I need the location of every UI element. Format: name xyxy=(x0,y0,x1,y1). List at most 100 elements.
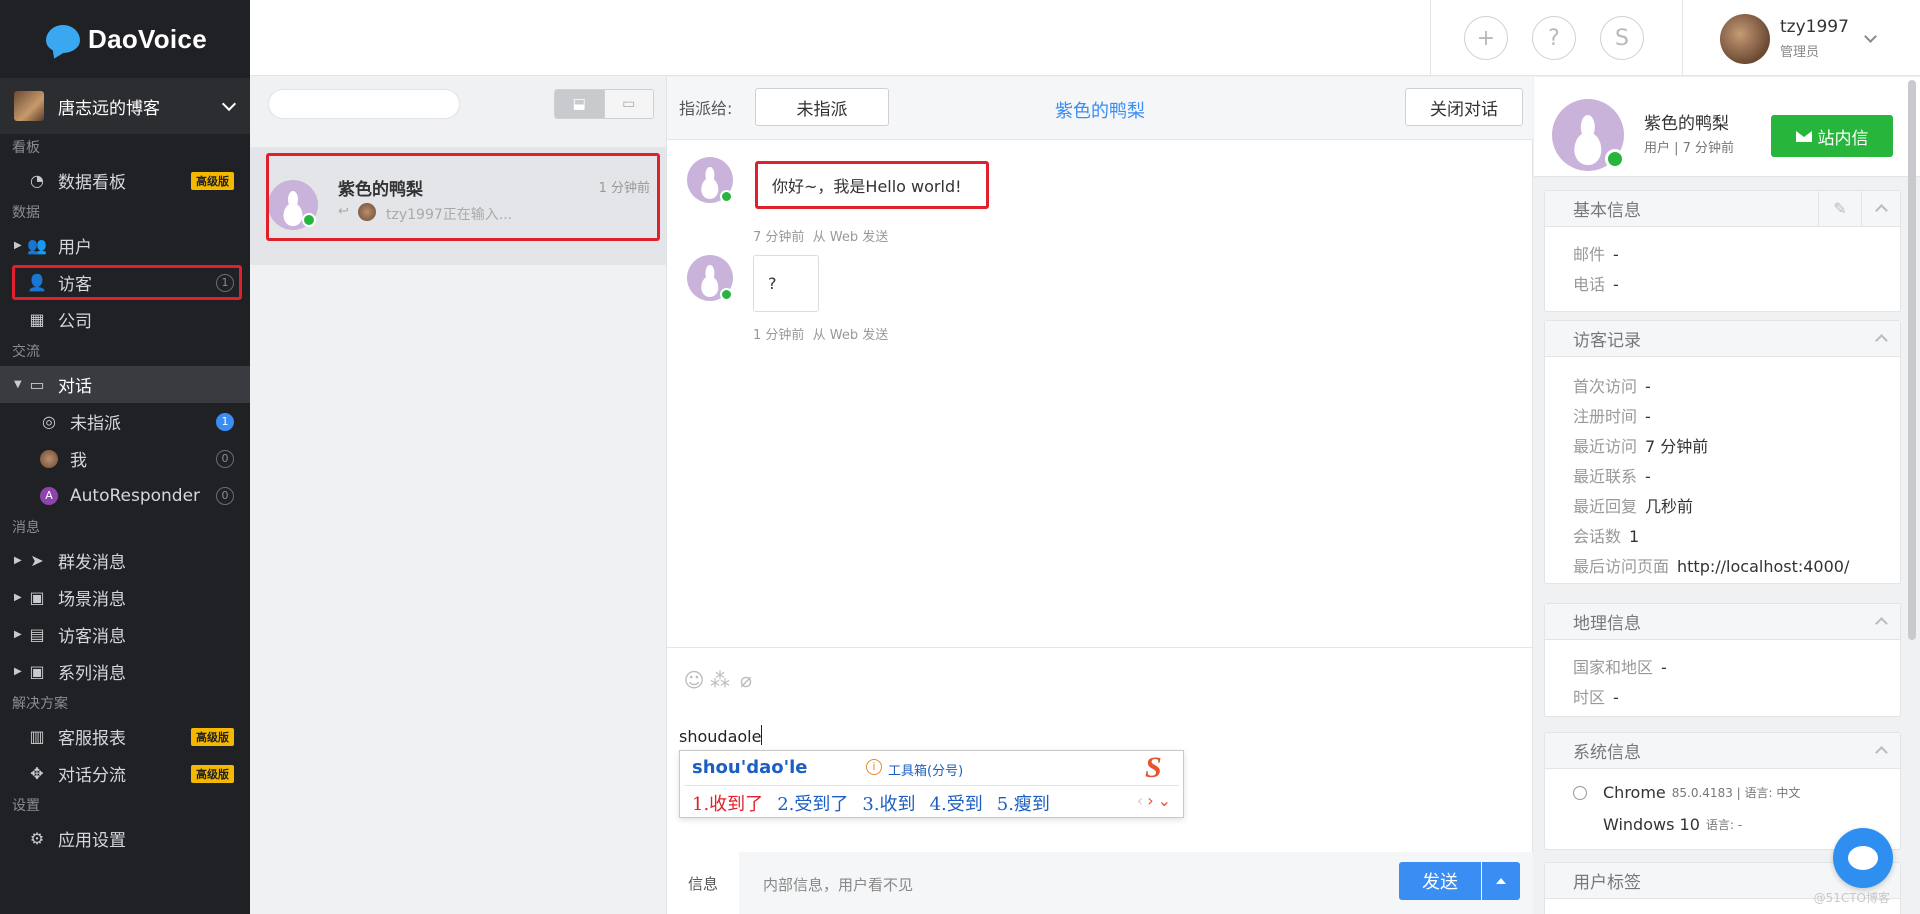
os-language: 语言: - xyxy=(1705,818,1743,832)
windows-icon xyxy=(1573,818,1587,832)
watermark: @51CTO博客 xyxy=(1813,891,1890,905)
message-bubble: ? xyxy=(753,255,819,312)
email-row: 邮件 - xyxy=(1573,241,1619,265)
caret-right-icon: ▶ xyxy=(14,240,22,251)
info-icon: i xyxy=(866,759,882,775)
avatar[interactable] xyxy=(1720,14,1770,64)
archive-tab[interactable]: ▭ xyxy=(603,90,653,118)
sidebar-item-visitor-messages[interactable]: ▶ ▤ 访客消息 xyxy=(0,616,250,653)
inbox-icon: ⬓ xyxy=(572,96,586,112)
scrollbar[interactable] xyxy=(1908,80,1916,640)
nav-section-messages: 消息 xyxy=(12,520,40,536)
station-message-button[interactable]: 站内信 xyxy=(1771,115,1893,157)
field-label: 最近回复 xyxy=(1573,497,1638,516)
card-header[interactable]: 系统信息 xyxy=(1545,733,1900,769)
pro-badge: 高级版 xyxy=(191,765,234,783)
sidebar-item-label: AutoResponder xyxy=(70,485,201,506)
help-button[interactable]: ? xyxy=(1532,16,1576,60)
caret-right-icon: ▶ xyxy=(14,592,22,603)
sidebar-item-conversations[interactable]: ▼ ▭ 对话 xyxy=(0,366,250,403)
sidebar-item-scene[interactable]: ▶ ▣ 场景消息 xyxy=(0,579,250,616)
caret-down-icon: ▼ xyxy=(14,379,22,390)
ime-candidate[interactable]: 3.收到 xyxy=(862,790,915,816)
ime-candidate[interactable]: 5.瘦到 xyxy=(997,790,1050,816)
paperclip-icon[interactable]: ⌀ xyxy=(735,668,757,692)
unassigned-count: 1 xyxy=(216,413,234,431)
sogou-logo-icon: S xyxy=(1145,751,1162,784)
close-conversation-button[interactable]: 关闭对话 xyxy=(1405,88,1523,126)
pencil-icon[interactable]: ✎ xyxy=(1818,191,1862,226)
globe-icon xyxy=(1573,785,1587,800)
extra-button[interactable]: S xyxy=(1600,16,1644,60)
message-meta: 1 分钟前 从 Web 发送 xyxy=(753,324,888,343)
tab-info[interactable]: 信息 xyxy=(667,852,739,914)
sidebar-item-users[interactable]: ▶ 👥 用户 xyxy=(0,227,250,264)
send-options-button[interactable] xyxy=(1482,862,1520,900)
profile-name: 紫色的鸭梨 xyxy=(1644,114,1729,134)
inbox-tab[interactable]: ⬓ xyxy=(555,90,604,118)
sidebar-item-company[interactable]: ▦ 公司 xyxy=(0,301,250,338)
sidebar-item-me[interactable]: 我 0 xyxy=(0,440,250,477)
message-meta: 7 分钟前 从 Web 发送 xyxy=(753,226,888,245)
add-button[interactable]: + xyxy=(1464,16,1508,60)
user-name[interactable]: tzy1997 xyxy=(1780,17,1849,37)
sidebar-item-routing[interactable]: ✥ 对话分流 高级版 xyxy=(0,755,250,792)
logo[interactable]: DaoVoice xyxy=(0,0,250,78)
chevron-up-icon[interactable] xyxy=(1875,204,1888,217)
chevron-down-icon[interactable] xyxy=(1864,30,1877,43)
ime-pinyin: shou'dao'le xyxy=(692,757,808,778)
card-header[interactable]: 基本信息 ✎ xyxy=(1545,191,1900,227)
sidebar-item-dashboard[interactable]: ◔ 数据看板 高级版 xyxy=(0,162,250,199)
chevron-down-icon xyxy=(221,96,237,111)
conversation-item[interactable]: 紫色的鸭梨 1 分钟前 ↩ tzy1997正在输入... xyxy=(250,147,666,265)
sidebar-item-label: 对话分流 xyxy=(58,766,126,786)
search-input[interactable] xyxy=(268,89,460,119)
nav-section-comm: 交流 xyxy=(12,344,40,360)
ime-candidate[interactable]: 1.收到了 xyxy=(692,790,763,816)
chevron-up-icon[interactable] xyxy=(1875,617,1888,630)
sidebar-item-app-settings[interactable]: ⚙ 应用设置 xyxy=(0,820,250,857)
avatar xyxy=(40,449,58,468)
tab-internal-note[interactable]: 内部信息，用户看不见 xyxy=(763,874,913,895)
chat-launcher-button[interactable] xyxy=(1833,828,1893,888)
emoji-icon[interactable]: ☺ xyxy=(683,668,705,692)
sidebar-item-broadcast[interactable]: ▶ ➤ 群发消息 xyxy=(0,542,250,579)
card-header[interactable]: 访客记录 xyxy=(1545,321,1900,357)
ime-page-nav[interactable]: ‹›⌄ xyxy=(1137,791,1175,810)
sidebar-item-label: 访客消息 xyxy=(58,627,126,647)
chevron-up-icon[interactable] xyxy=(1875,746,1888,759)
assign-button[interactable]: 未指派 xyxy=(755,88,889,126)
profile-subtitle: 用户 | 7 分钟前 xyxy=(1644,141,1735,156)
top-bar: + ? S tzy1997 管理员 xyxy=(250,0,1920,76)
divider xyxy=(667,647,1533,648)
workspace-switcher[interactable]: 唐志远的博客 xyxy=(0,78,250,134)
sidebar-item-unassigned[interactable]: ◎ 未指派 1 xyxy=(0,403,250,440)
sidebar-item-series[interactable]: ▶ ▣ 系列消息 xyxy=(0,653,250,690)
field-label: 会话数 xyxy=(1573,527,1622,546)
field-value[interactable]: http://localhost:4000/ xyxy=(1677,557,1849,576)
caret-right-icon: ▶ xyxy=(14,666,22,677)
card-title: 访客记录 xyxy=(1573,331,1641,351)
register-row: 注册时间 - xyxy=(1573,403,1651,427)
message-text: ? xyxy=(768,274,777,293)
chevron-right-icon[interactable]: › xyxy=(1147,791,1157,810)
sidebar-item-label: 应用设置 xyxy=(58,831,126,851)
ime-candidate[interactable]: 4.受到 xyxy=(930,790,983,816)
ime-toolbox[interactable]: 工具箱(分号) xyxy=(888,760,963,779)
last-visit-row: 最近访问 7 分钟前 xyxy=(1573,433,1708,457)
field-value: - xyxy=(1661,658,1667,677)
send-button[interactable]: 发送 xyxy=(1399,862,1481,900)
pro-badge: 高级版 xyxy=(191,728,234,746)
chevron-down-icon[interactable]: ⌄ xyxy=(1158,791,1175,810)
message-input[interactable]: shoudaole xyxy=(679,727,761,746)
target-icon: ◎ xyxy=(42,412,56,431)
ime-candidate[interactable]: 2.受到了 xyxy=(777,790,848,816)
cluster-icon[interactable]: ⁂ xyxy=(709,668,731,692)
chevron-up-icon[interactable] xyxy=(1875,334,1888,347)
chevron-left-icon[interactable]: ‹ xyxy=(1137,791,1147,810)
sidebar-item-autoresponder[interactable]: A AutoResponder 0 xyxy=(0,477,250,514)
chat-bubble-icon xyxy=(46,25,80,53)
card-header[interactable]: 地理信息 xyxy=(1545,604,1900,640)
sidebar-item-reports[interactable]: ▥ 客服报表 高级版 xyxy=(0,718,250,755)
sidebar-item-visitors[interactable]: 👤 访客 1 xyxy=(0,264,250,301)
